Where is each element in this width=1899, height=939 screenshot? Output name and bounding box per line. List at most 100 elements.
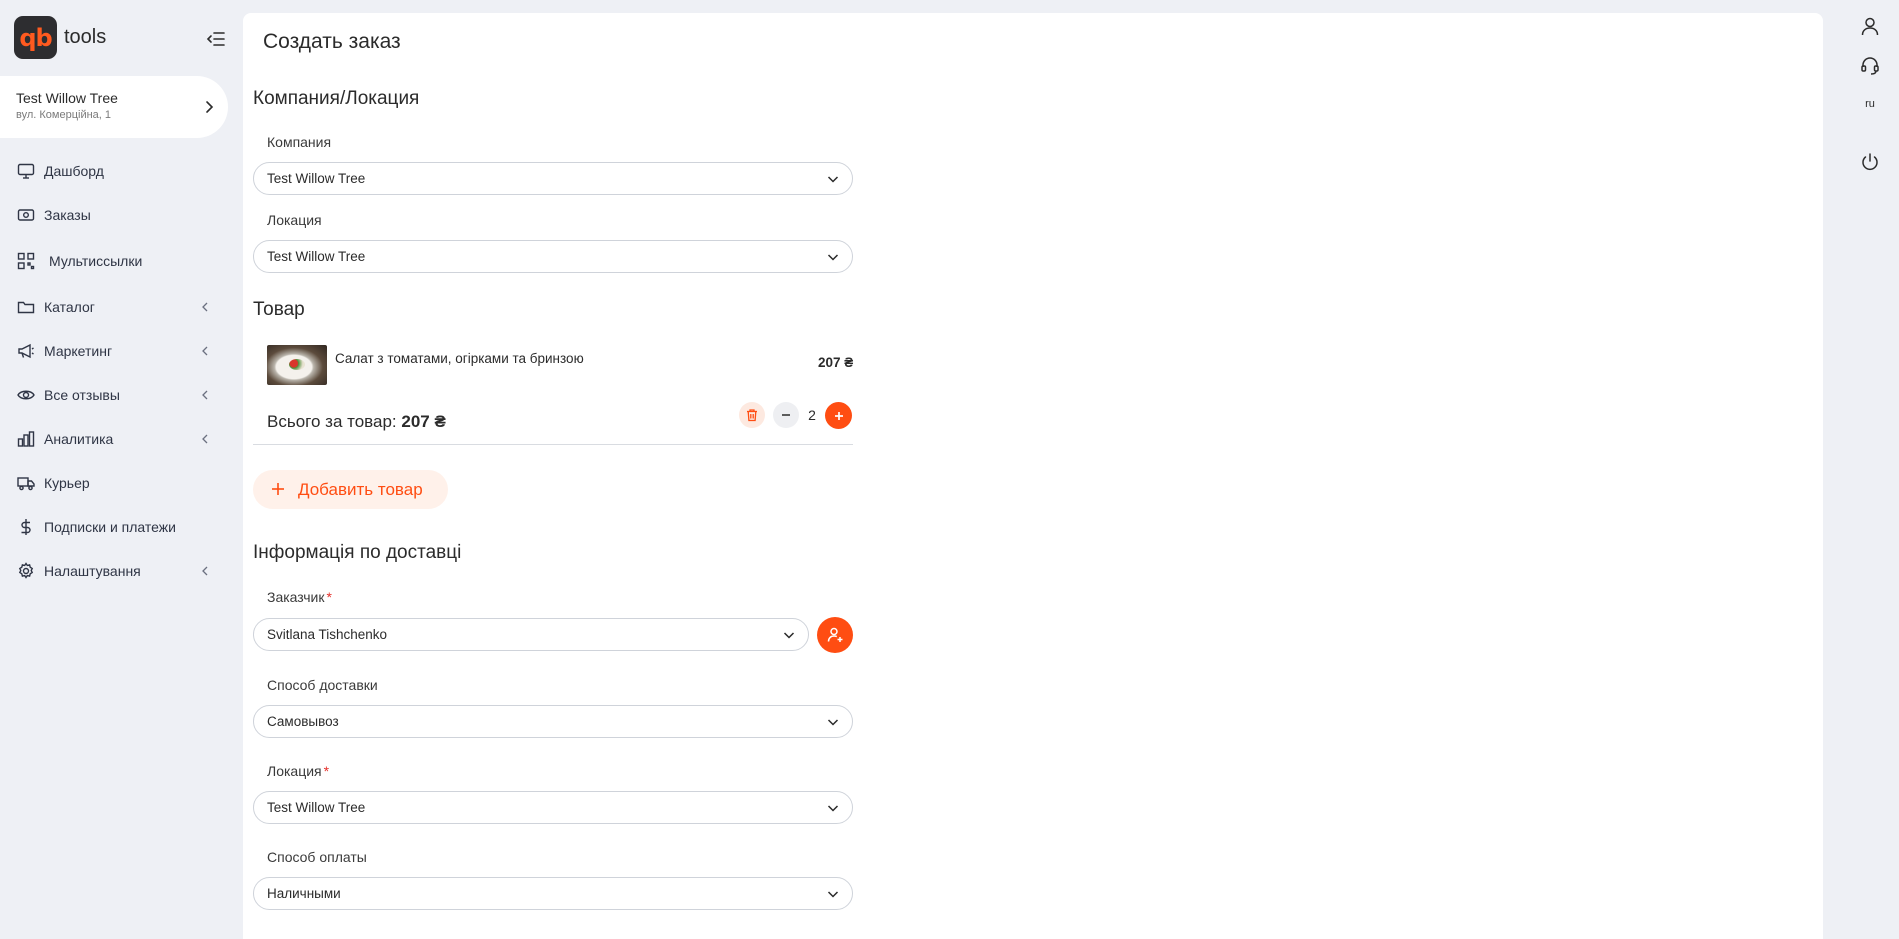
location-select[interactable]: Test Willow Tree [253,240,853,273]
sidebar-item-analytics[interactable]: Аналитика [0,422,232,456]
delivery-method-select[interactable]: Самовывоз [253,705,853,738]
sidebar-item-catalog[interactable]: Каталог [0,290,232,324]
sidebar-item-label: Подписки и платежи [44,519,176,535]
qr-code-icon [17,252,35,270]
logo-text: tools [64,26,107,48]
product-price: 207 ₴ [818,355,854,370]
sidebar-item-marketing[interactable]: Маркетинг [0,334,232,368]
payment-method-label: Способ оплаты [267,849,367,865]
truck-icon [17,477,35,491]
sidebar-item-label: Налаштування [44,563,141,579]
gear-icon [18,562,34,579]
customer-label: Заказчик * [267,589,332,605]
section-title-product: Товар [253,299,305,320]
chevron-left-icon [202,346,208,356]
location-select-value: Test Willow Tree [267,249,366,264]
sidebar-item-label: Мультиссылки [49,253,143,269]
product-image [267,345,327,385]
chevron-down-icon [827,254,839,261]
language-switcher[interactable]: ru [1860,98,1880,110]
sidebar-item-orders[interactable]: Заказы [0,198,232,232]
page-title: Создать заказ [263,30,401,53]
user-plus-icon [827,627,843,642]
chevron-down-icon [827,176,839,183]
sidebar-item-subscriptions[interactable]: Подписки и платежи [0,510,232,544]
delivery-location-value: Test Willow Tree [267,800,366,815]
megaphone-icon [18,343,34,359]
product-total-label: Всього за товар: [267,412,397,431]
company-address: вул. Комерційна, 1 [16,109,112,121]
delivery-method-label: Способ доставки [267,677,378,693]
sidebar: qb tools Test Willow Tree вул. Комерційн… [0,0,232,939]
company-label: Компания [267,134,332,150]
headset-support-icon[interactable] [1860,56,1880,76]
plus-icon [272,483,284,495]
company-name: Test Willow Tree [16,90,118,106]
location-label: Локация [267,212,322,228]
monitor-icon [17,163,35,179]
add-product-button[interactable]: Добавить товар [253,470,448,509]
chevron-left-icon [202,566,208,576]
payment-method-value: Наличными [267,886,341,901]
bar-chart-icon [17,431,35,447]
chevron-down-icon [827,805,839,812]
chevron-down-icon [783,632,795,639]
product-divider [253,444,853,445]
trash-icon [747,409,757,422]
user-profile-icon[interactable] [1860,16,1880,36]
company-switcher[interactable]: Test Willow Tree вул. Комерційна, 1 [0,76,228,138]
company-select[interactable]: Test Willow Tree [253,162,853,195]
payment-method-select[interactable]: Наличными [253,877,853,910]
main-content: Создать заказ Компания/Локация Компания … [243,13,1823,939]
chevron-left-icon [202,302,208,312]
eye-icon [17,390,35,400]
collapse-sidebar-icon[interactable] [206,30,226,48]
sidebar-item-courier[interactable]: Курьер [0,466,232,500]
delivery-location-select[interactable]: Test Willow Tree [253,791,853,824]
logo-mark: qb [14,16,57,59]
quantity-value: 2 [808,407,816,423]
required-mark: * [326,589,332,605]
chevron-down-icon [827,719,839,726]
dollar-icon [21,519,31,535]
banknote-icon [17,209,35,221]
remove-product-button[interactable] [739,402,765,428]
add-customer-button[interactable] [817,617,853,653]
product-total-value: 207 ₴ [401,412,446,431]
sidebar-item-label: Аналитика [44,431,114,447]
product-total: Всього за товар: 207 ₴ [267,412,446,432]
product-name: Салат з томатами, огірками та бринзою [335,351,584,366]
plus-icon [834,411,843,420]
customer-select[interactable]: Svitlana Tishchenko [253,618,809,651]
company-select-value: Test Willow Tree [267,171,366,186]
required-mark: * [323,763,330,779]
sidebar-item-label: Маркетинг [44,343,113,359]
delivery-method-value: Самовывоз [267,714,339,729]
customer-label-text: Заказчик [267,589,325,605]
chevron-down-icon [827,891,839,898]
sidebar-item-dashboard[interactable]: Дашборд [0,154,232,188]
sidebar-item-label: Заказы [44,207,91,223]
delivery-location-label: Локация * [267,763,329,779]
add-product-label: Добавить товар [298,480,423,499]
sidebar-item-reviews[interactable]: Все отзывы [0,378,232,412]
increase-quantity-button[interactable] [825,402,852,429]
minus-icon [782,414,790,416]
section-title-delivery: Інформація по доставці [253,542,462,563]
delivery-location-label-text: Локация [267,763,322,779]
sidebar-item-label: Каталог [44,299,95,315]
section-title-company: Компания/Локация [253,88,420,109]
sidebar-item-settings[interactable]: Налаштування [0,554,232,588]
power-logout-icon[interactable] [1860,152,1880,172]
chevron-left-icon [202,434,208,444]
app-logo[interactable]: qb tools [14,16,106,59]
decrease-quantity-button[interactable] [773,402,799,428]
sidebar-item-multilinks[interactable]: Мультиссылки [0,244,232,278]
sidebar-item-label: Все отзывы [44,387,120,403]
chevron-right-icon [206,101,214,113]
sidebar-item-label: Курьер [44,475,90,491]
customer-select-value: Svitlana Tishchenko [267,627,388,642]
sidebar-item-label: Дашборд [44,163,104,179]
folder-icon [17,301,35,314]
chevron-left-icon [202,390,208,400]
